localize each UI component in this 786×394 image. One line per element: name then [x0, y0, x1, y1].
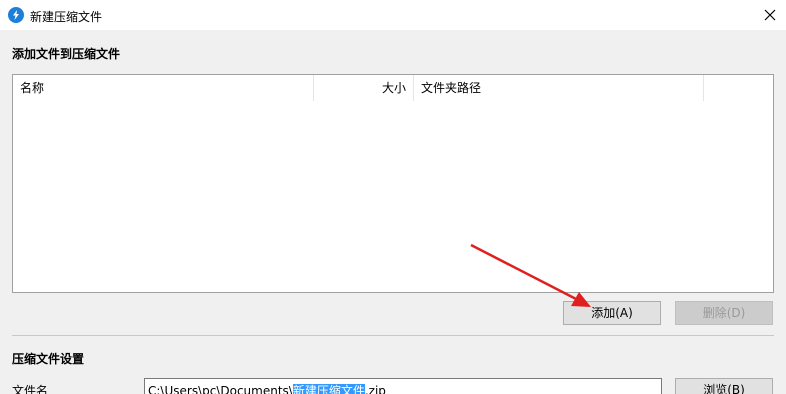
delete-button[interactable]: 删除(D) [675, 301, 773, 325]
section-divider [12, 335, 774, 336]
zip-logo-icon [13, 10, 19, 20]
app-icon [8, 7, 24, 23]
filename-extension: .zip [364, 384, 386, 394]
close-button[interactable] [754, 0, 786, 30]
window-title: 新建压缩文件 [30, 10, 103, 24]
add-button[interactable]: 添加(A) [563, 301, 661, 325]
settings-section-heading: 压缩文件设置 [12, 352, 85, 366]
column-header-folder-path[interactable]: 文件夹路径 [414, 75, 704, 101]
filename-path-prefix: C:\Users\pc\Documents\ [148, 384, 293, 394]
filename-selected-text: 新建压缩文件 [292, 384, 365, 394]
browse-button[interactable]: 浏览(B) [675, 378, 773, 394]
filename-input[interactable]: C:\Users\pc\Documents\新建压缩文件.zip [144, 378, 662, 394]
title-bar: 新建压缩文件 [0, 0, 786, 30]
column-header-name[interactable]: 名称 [13, 75, 314, 101]
filename-label: 文件名 [12, 384, 49, 394]
file-list[interactable]: 名称 大小 文件夹路径 [12, 74, 774, 293]
close-icon [764, 9, 776, 21]
file-list-header: 名称 大小 文件夹路径 [13, 75, 773, 101]
add-section-heading: 添加文件到压缩文件 [12, 47, 121, 61]
column-header-size[interactable]: 大小 [314, 75, 414, 101]
